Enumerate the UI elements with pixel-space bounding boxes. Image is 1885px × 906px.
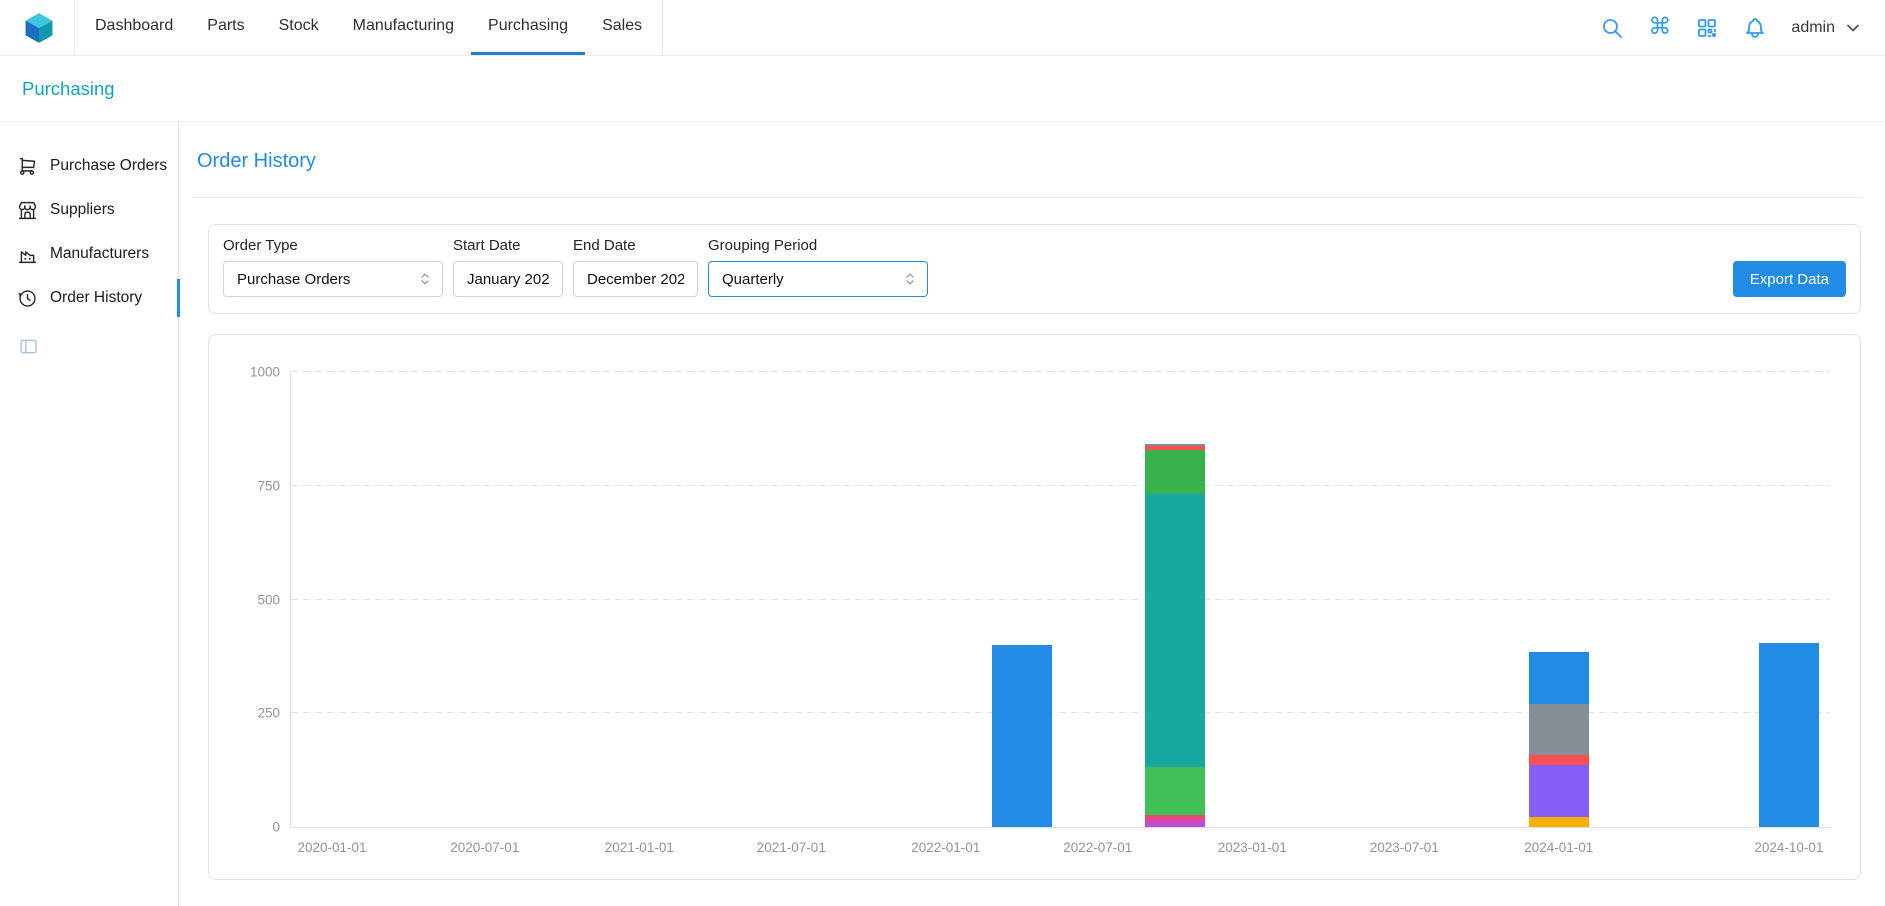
sidebar-item-label: Manufacturers [50,245,149,263]
bar-segment [1145,767,1205,815]
chart-bar-2024-10-01[interactable] [1759,643,1819,827]
tab-parts[interactable]: Parts [190,0,261,55]
x-tick-label: 2021-07-01 [757,840,826,855]
sidebar-item-suppliers[interactable]: Suppliers [0,188,178,232]
end-date-field: End Date [573,237,698,297]
x-tick-label: 2021-01-01 [605,840,674,855]
order-history-chart-card: 02505007501000 2020-01-012020-07-012021-… [208,334,1861,880]
y-tick-label: 1000 [250,365,280,380]
tab-stock[interactable]: Stock [262,0,336,55]
tab-dashboard[interactable]: Dashboard [78,0,190,55]
username: admin [1791,19,1835,37]
x-tick-label: 2023-07-01 [1370,840,1439,855]
order-type-field: Order Type Purchase Orders [223,237,443,297]
grouping-period-label: Grouping Period [708,237,928,254]
bar-segment [1529,652,1589,703]
notifications-bell-icon[interactable] [1743,16,1767,40]
breadcrumb-bar: Purchasing [0,56,1885,122]
breadcrumb-purchasing[interactable]: Purchasing [22,78,115,100]
content-area: Purchase Orders Suppliers Manufacturers … [0,122,1885,906]
storefront-icon [17,200,38,221]
command-palette-icon[interactable]: ⌘ [1648,16,1671,39]
selector-chevrons-icon [416,270,434,288]
y-tick-label: 500 [257,592,280,607]
x-tick-label: 2024-01-01 [1524,840,1593,855]
x-tick-label: 2020-01-01 [297,840,366,855]
user-menu[interactable]: admin [1791,18,1863,38]
chart-plot: 02505007501000 [290,372,1830,828]
grouping-period-value: Quarterly [722,271,784,288]
selector-chevrons-icon [901,270,919,288]
x-tick-label: 2020-07-01 [450,840,519,855]
tab-purchasing[interactable]: Purchasing [471,0,585,55]
bar-segment [1145,494,1205,767]
page-title: Order History [197,150,1863,173]
order-type-select[interactable]: Purchase Orders [223,261,443,297]
barcode-scan-icon[interactable] [1695,16,1719,40]
bar-segment [1529,765,1589,818]
bar-segment [1529,704,1589,755]
sidebar-collapse-icon[interactable] [18,336,39,357]
gridline [291,485,1830,486]
history-clock-icon [17,288,38,309]
filter-panel: Order Type Purchase Orders Start Date En… [208,224,1861,314]
order-type-value: Purchase Orders [237,271,350,288]
chevron-down-icon [1843,18,1863,38]
grouping-period-field: Grouping Period Quarterly [708,237,928,297]
tab-manufacturing[interactable]: Manufacturing [336,0,471,55]
sidebar-item-manufacturers[interactable]: Manufacturers [0,232,178,276]
shopping-cart-icon [17,156,38,177]
end-date-label: End Date [573,237,698,254]
x-tick-label: 2023-01-01 [1218,840,1287,855]
sidebar-item-order-history[interactable]: Order History [0,276,178,320]
sidebar: Purchase Orders Suppliers Manufacturers … [0,122,179,906]
gridline [291,599,1830,600]
x-tick-label: 2022-07-01 [1063,840,1132,855]
x-tick-label: 2024-10-01 [1754,840,1823,855]
bar-segment [1145,821,1205,827]
start-date-field: Start Date [453,237,563,297]
gridline [291,712,1830,713]
bar-segment [1145,450,1205,495]
bar-segment [1529,755,1589,765]
sidebar-item-label: Suppliers [50,201,115,219]
x-tick-label: 2022-01-01 [911,840,980,855]
order-type-label: Order Type [223,237,443,254]
top-navbar: Dashboard Parts Stock Manufacturing Purc… [0,0,1885,56]
chart-bar-2024-01-01[interactable] [1529,652,1589,827]
sidebar-item-purchase-orders[interactable]: Purchase Orders [0,144,178,188]
factory-icon [17,244,38,265]
chart-bar-2022-10-01[interactable] [1145,444,1205,827]
tab-sales[interactable]: Sales [585,0,659,55]
y-tick-label: 0 [272,820,280,835]
y-tick-label: 250 [257,706,280,721]
search-icon[interactable] [1600,16,1624,40]
title-divider [192,197,1863,198]
chart-x-axis: 2020-01-01 2020-07-01 2021-01-01 2021-07-01… [290,840,1830,862]
bar-segment [1529,817,1589,827]
export-data-button[interactable]: Export Data [1733,261,1846,297]
sidebar-item-label: Order History [50,289,142,307]
sidebar-item-label: Purchase Orders [50,157,167,175]
chart-bar-2022-04-01[interactable] [992,645,1052,827]
grouping-period-select[interactable]: Quarterly [708,261,928,297]
bar-segment [992,645,1052,827]
navbar-actions: ⌘ admin [1600,0,1863,55]
app-logo-icon[interactable] [22,11,56,45]
main-nav-tabs: Dashboard Parts Stock Manufacturing Purc… [74,0,663,55]
main-panel: Order History Order Type Purchase Orders… [179,122,1885,906]
start-date-input[interactable] [453,261,563,297]
y-tick-label: 750 [257,478,280,493]
start-date-label: Start Date [453,237,563,254]
bar-segment [1759,643,1819,827]
gridline [291,371,1830,372]
end-date-input[interactable] [573,261,698,297]
